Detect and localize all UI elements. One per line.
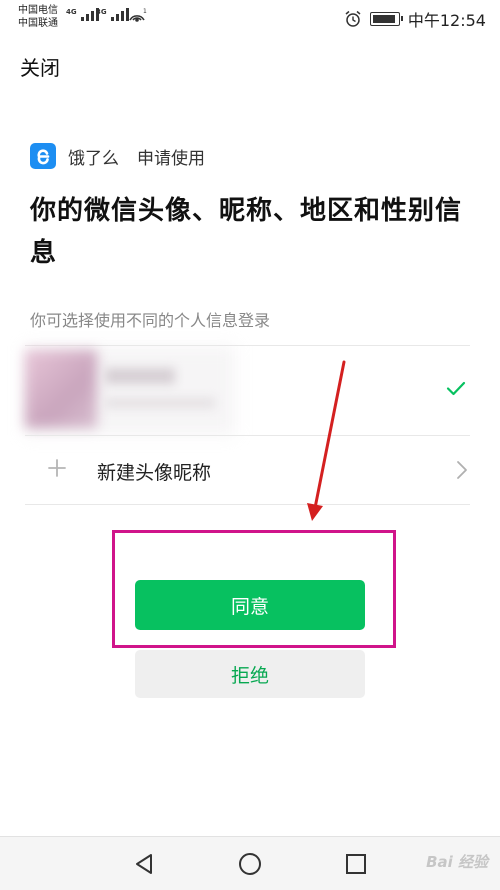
close-button[interactable]: 关闭 [20, 52, 60, 81]
plus-icon [48, 459, 66, 477]
recents-icon[interactable] [342, 850, 370, 878]
divider [25, 504, 470, 505]
battery-icon [369, 12, 403, 26]
new-profile-label: 新建头像昵称 [97, 462, 212, 484]
home-icon[interactable] [236, 850, 264, 878]
carrier-1: 中国电信 [18, 5, 58, 16]
back-icon[interactable] [131, 850, 159, 878]
check-icon [446, 381, 466, 396]
status-time: 中午12:54 [407, 11, 486, 30]
profile-option-current[interactable] [25, 346, 470, 435]
baidu-watermark: Bai 经验 [426, 853, 488, 871]
eleme-logo-icon [30, 143, 56, 169]
navigation-bar: Bai 经验 [0, 836, 500, 890]
app-request-label: 申请使用 [137, 148, 205, 169]
chevron-right-icon [457, 461, 467, 479]
authorization-title: 你的微信头像、昵称、地区和性别信息 [30, 196, 463, 268]
carrier-2: 中国联通 [18, 18, 58, 29]
svg-text:1: 1 [143, 8, 147, 15]
hotspot-icon: 1 [129, 8, 147, 22]
avatar [25, 350, 97, 428]
app-name: 饿了么 [68, 148, 119, 169]
authorization-hint: 你可选择使用不同的个人信息登录 [30, 311, 271, 330]
blurred-detail [105, 398, 215, 408]
reject-button[interactable]: 拒绝 [135, 650, 365, 698]
signal-icon-2: 3G [96, 8, 129, 21]
carrier-labels: 中国电信 中国联通 [18, 4, 58, 30]
alarm-icon [345, 10, 361, 27]
agree-button[interactable]: 同意 [135, 580, 365, 630]
new-profile-option[interactable]: 新建头像昵称 [25, 436, 470, 504]
app-info: 饿了么 申请使用 [30, 143, 205, 169]
status-bar: 中国电信 中国联通 4G 3G 1 中午12:54 [0, 0, 500, 36]
blurred-nickname [105, 368, 175, 384]
signal-icon-1: 4G [66, 8, 99, 21]
